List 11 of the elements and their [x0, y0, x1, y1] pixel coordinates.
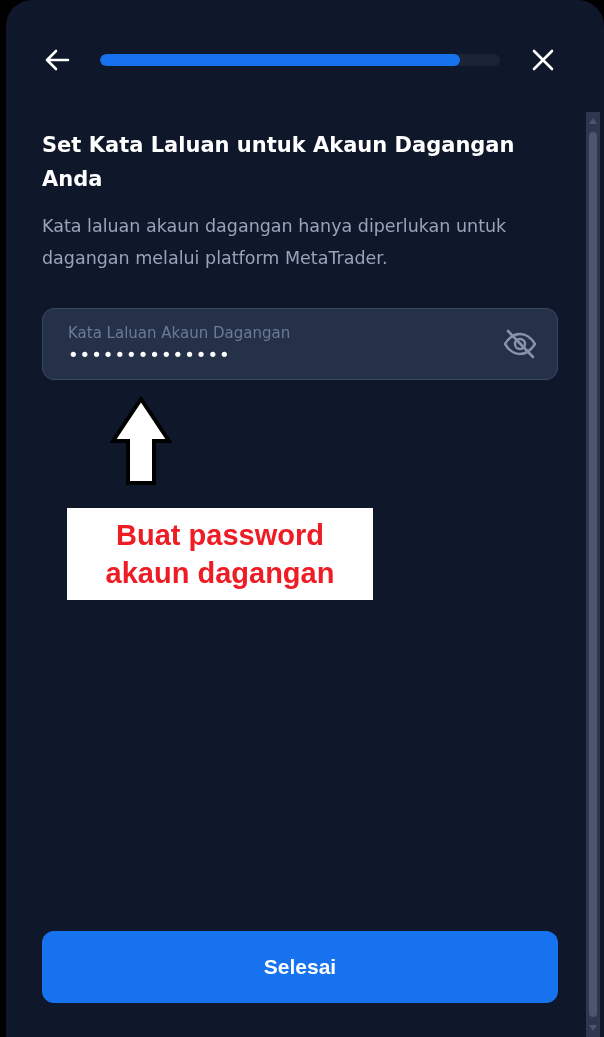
submit-button[interactable]: Selesai	[42, 931, 558, 1003]
field-label: Kata Laluan Akaun Dagangan	[68, 323, 292, 342]
page-title: Set Kata Laluan untuk Akaun Dagangan Anda	[42, 132, 516, 193]
close-icon	[532, 49, 554, 71]
description-text: Kata laluan akaun dagangan hanya diperlukan untuk dagangan melalui platform MetaTrader.	[42, 215, 508, 270]
arrow-left-icon	[44, 48, 70, 72]
up-arrow-icon	[110, 396, 172, 486]
eye-off-icon[interactable]	[503, 328, 537, 360]
password-field[interactable]: Kata Laluan Akaun Dagangan ••••••••••••••	[42, 308, 558, 380]
annotation-callout: Buat password akaun dagangan	[67, 508, 373, 600]
password-value: ••••••••••••••	[68, 343, 231, 365]
